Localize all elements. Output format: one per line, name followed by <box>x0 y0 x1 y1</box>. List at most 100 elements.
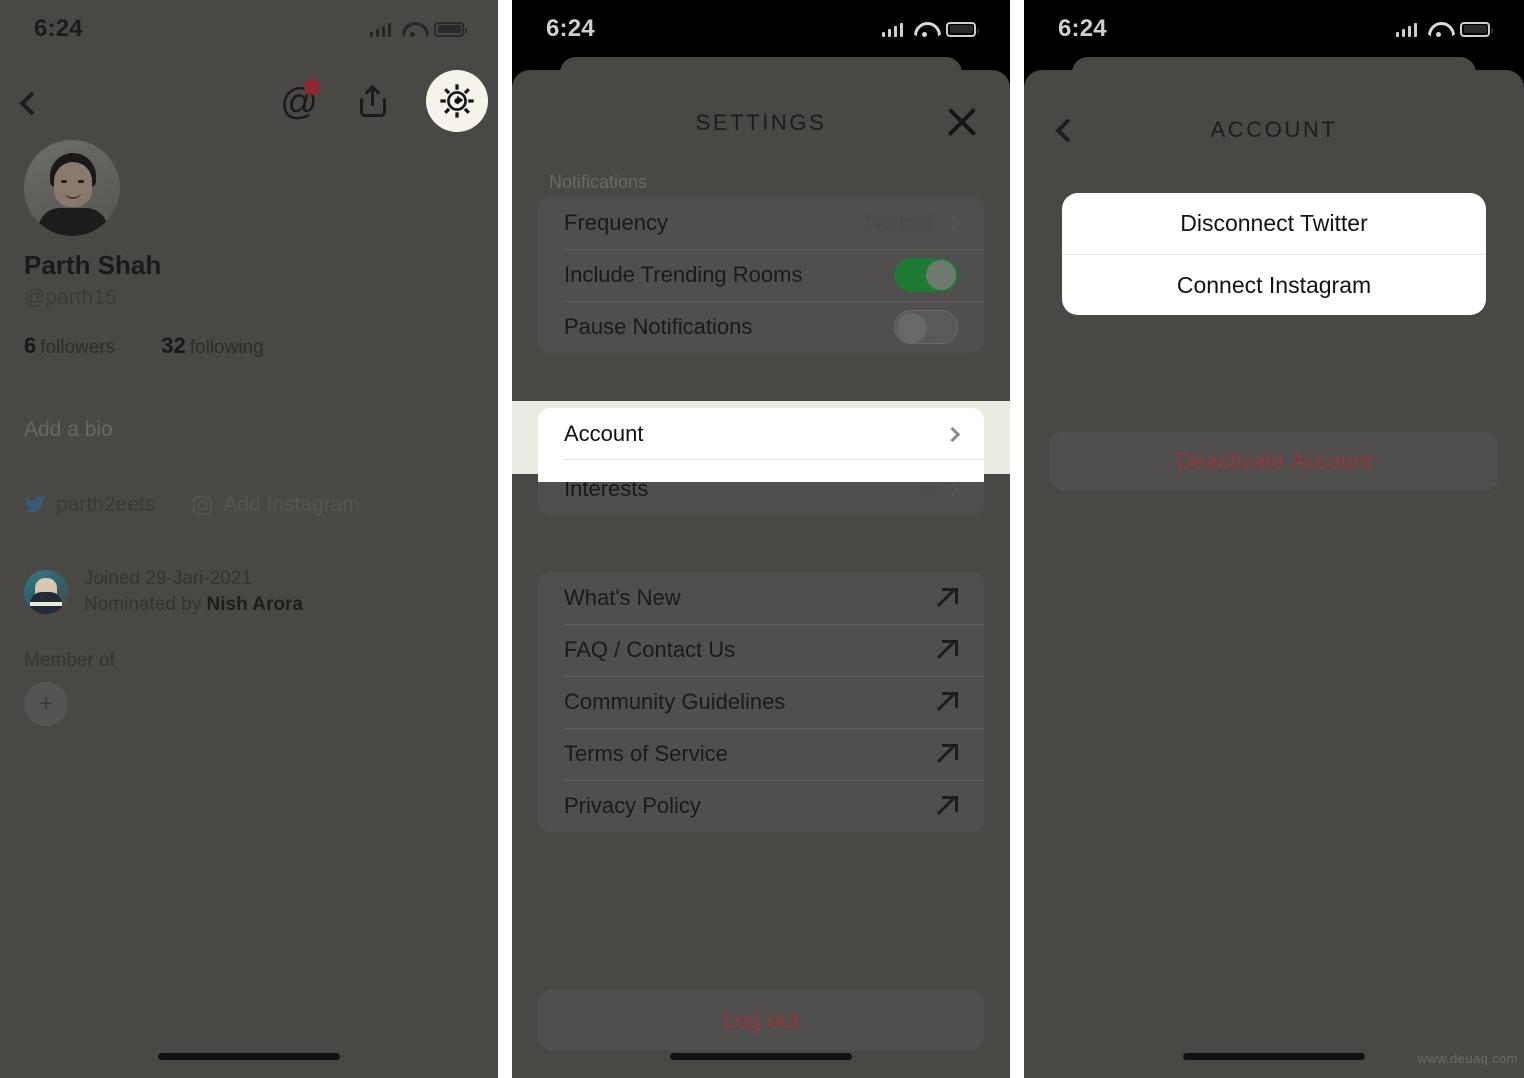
twitter-icon <box>24 496 46 513</box>
profile-name: Parth Shah <box>24 250 162 280</box>
row-faq-contact[interactable]: FAQ / Contact Us <box>538 624 984 676</box>
phone-panel-account: 6:24 ACCOUNT Deactivate Account Disconne… <box>1024 0 1524 1078</box>
profile-actions: @ <box>276 70 488 132</box>
settings-spotlight <box>426 70 488 132</box>
connect-instagram-button[interactable]: Connect Instagram <box>1062 254 1486 315</box>
notifications-card: Frequency Normal Include Trending Rooms … <box>538 197 984 353</box>
joined-info: Joined 29-Jan-2021 Nominated by Nish Aro… <box>24 566 303 618</box>
twitter-link[interactable]: parth2eets <box>24 493 155 517</box>
community-guidelines-label: Community Guidelines <box>564 689 786 714</box>
share-button[interactable] <box>350 74 396 128</box>
frequency-value: Normal <box>865 211 933 234</box>
chevron-right-icon <box>944 481 961 497</box>
account-spotlight-card[interactable]: Account <box>538 408 984 482</box>
account-label: Account <box>564 421 644 446</box>
wifi-icon <box>402 22 423 37</box>
status-time: 6:24 <box>546 15 595 42</box>
instagram-label: Add Instagram <box>223 493 360 516</box>
status-icons <box>369 21 467 37</box>
row-include-trending-rooms[interactable]: Include Trending Rooms <box>538 249 984 301</box>
social-links: parth2eets Add Instagram <box>24 493 360 517</box>
external-link-icon <box>938 744 958 764</box>
profile-toolbar: @ <box>0 70 498 136</box>
notifications-section-label: Notifications <box>549 172 648 192</box>
nominator-name: Nish Arora <box>206 594 303 616</box>
settings-sheet: SETTINGS Notifications Frequency Normal … <box>512 70 1010 1078</box>
avatar-photo <box>24 140 120 236</box>
account-title: ACCOUNT <box>1210 117 1338 142</box>
following-count: 32 <box>161 333 186 358</box>
chevron-left-icon <box>18 90 44 116</box>
row-pause-notifications[interactable]: Pause Notifications <box>538 301 984 353</box>
settings-title: SETTINGS <box>695 110 827 135</box>
wifi-icon <box>914 22 935 37</box>
status-icons <box>881 21 979 37</box>
row-account[interactable]: Account <box>538 408 984 460</box>
screenshot-stage: 6:24 @ Parth Shah @parth15 6 followers 3… <box>0 0 1524 1078</box>
links-card: What's New FAQ / Contact Us Community Gu… <box>538 572 984 832</box>
home-indicator <box>1183 1053 1365 1060</box>
chevron-right-icon <box>944 426 961 442</box>
external-link-icon <box>938 588 958 608</box>
home-indicator <box>158 1053 340 1060</box>
mentions-button[interactable]: @ <box>276 74 322 128</box>
pause-notifications-toggle[interactable] <box>894 310 958 344</box>
faq-label: FAQ / Contact Us <box>564 637 736 662</box>
wifi-icon <box>1428 22 1449 37</box>
profile-stats: 6 followers 32 following <box>24 333 264 359</box>
profile-avatar[interactable] <box>24 140 120 236</box>
status-icons <box>1395 21 1493 37</box>
cellular-signal-icon <box>881 22 903 37</box>
row-privacy-policy[interactable]: Privacy Policy <box>538 780 984 832</box>
back-button[interactable] <box>1050 112 1084 148</box>
whats-new-label: What's New <box>564 585 681 610</box>
settings-button[interactable] <box>424 70 488 132</box>
followers-count: 6 <box>24 333 37 358</box>
row-whats-new[interactable]: What's New <box>538 572 984 624</box>
back-button[interactable] <box>14 76 48 130</box>
settings-screen: 6:24 SETTINGS Notifications Frequency No… <box>512 0 1010 1078</box>
status-time: 6:24 <box>34 15 83 42</box>
profile-screen: 6:24 @ Parth Shah @parth15 6 followers 3… <box>0 0 498 1078</box>
nominated-by-line: Nominated by Nish Arora <box>84 592 303 618</box>
battery-icon <box>434 21 467 37</box>
followers-label: followers <box>40 337 116 358</box>
following-stat[interactable]: 32 following <box>161 333 263 359</box>
following-label: following <box>189 337 264 358</box>
member-of-label: Member of <box>24 650 115 671</box>
pause-notifications-label: Pause Notifications <box>564 314 753 339</box>
trending-rooms-toggle[interactable] <box>894 258 958 292</box>
frequency-label: Frequency <box>564 210 668 235</box>
external-link-icon <box>938 796 958 816</box>
deactivate-account-button[interactable]: Deactivate Account <box>1050 432 1498 490</box>
joined-date: Joined 29-Jan-2021 <box>84 568 252 589</box>
status-time: 6:24 <box>1058 15 1107 42</box>
row-frequency[interactable]: Frequency Normal <box>538 197 984 249</box>
phone-panel-settings: 6:24 SETTINGS Notifications Frequency No… <box>512 0 1010 1078</box>
twitter-handle: parth2eets <box>56 493 156 516</box>
chevron-left-icon <box>1054 117 1080 143</box>
followers-stat[interactable]: 6 followers <box>24 333 115 359</box>
phone-panel-profile: 6:24 @ Parth Shah @parth15 6 followers 3… <box>0 0 498 1078</box>
status-bar: 6:24 <box>512 0 1010 58</box>
row-community-guidelines[interactable]: Community Guidelines <box>538 676 984 728</box>
chevron-right-icon <box>944 215 961 231</box>
row-terms-of-service[interactable]: Terms of Service <box>538 728 984 780</box>
watermark: www.deuaq.com <box>1417 1051 1518 1066</box>
account-header: ACCOUNT <box>1024 110 1524 150</box>
nominated-prefix: Nominated by <box>84 594 207 616</box>
logout-button[interactable]: Log out <box>538 990 984 1050</box>
battery-icon <box>946 21 979 37</box>
instagram-link[interactable]: Add Instagram <box>192 493 360 517</box>
disconnect-twitter-button[interactable]: Disconnect Twitter <box>1062 193 1486 254</box>
account-action-sheet: Disconnect Twitter Connect Instagram <box>1062 193 1486 315</box>
instagram-icon <box>193 495 213 515</box>
add-bio-link[interactable]: Add a bio <box>24 418 113 442</box>
terms-label: Terms of Service <box>564 741 728 766</box>
profile-handle: @parth15 <box>24 286 117 309</box>
status-bar: 6:24 <box>1024 0 1524 58</box>
close-icon[interactable] <box>944 104 980 140</box>
status-bar: 6:24 <box>0 0 498 58</box>
add-club-button[interactable]: + <box>24 682 68 726</box>
trending-rooms-label: Include Trending Rooms <box>564 262 803 287</box>
